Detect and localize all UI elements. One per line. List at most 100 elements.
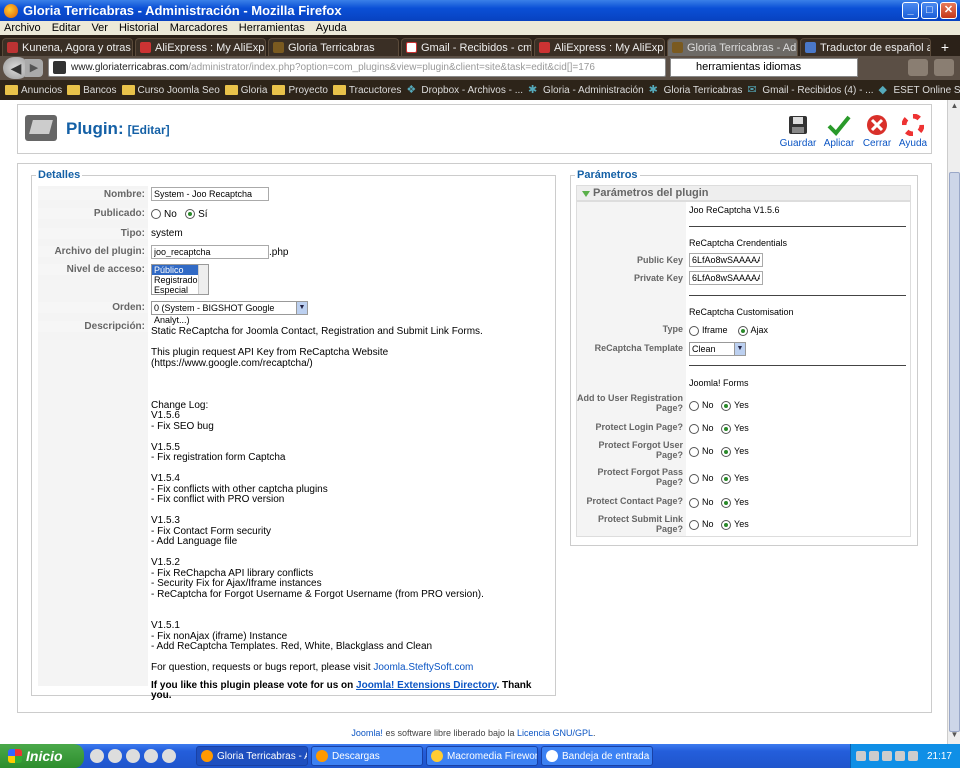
app-icon[interactable]: [144, 749, 158, 763]
ie-icon[interactable]: [108, 749, 122, 763]
menu-ver[interactable]: Ver: [91, 21, 108, 35]
chrome-icon[interactable]: [90, 749, 104, 763]
tab-aliexpress-2[interactable]: AliExpress : My AliExpress: [534, 38, 665, 56]
forgot-pass-no-radio[interactable]: [689, 473, 699, 484]
tab-gloria-terricabras[interactable]: Gloria Terricabras: [268, 38, 399, 56]
tab-traductor[interactable]: Traductor de español a in...: [800, 38, 931, 56]
user-reg-no-radio[interactable]: [689, 400, 699, 411]
close-button[interactable]: Cerrar: [857, 114, 897, 149]
published-yes-radio[interactable]: [185, 209, 196, 220]
bookmark-item[interactable]: Bancos: [67, 85, 117, 96]
tray-icon[interactable]: [855, 751, 866, 761]
login-yes-radio[interactable]: [721, 423, 732, 434]
bookmark-item[interactable]: ◆ESET Online Scanner |...: [879, 84, 960, 96]
bookmark-item[interactable]: Gloria: [224, 85, 267, 96]
page-footer: Joomla! es software libre liberado bajo …: [351, 728, 596, 738]
firefox-icon: [201, 750, 213, 762]
login-no-radio[interactable]: [689, 423, 699, 434]
name-input[interactable]: [151, 187, 269, 201]
tab-aliexpress-1[interactable]: AliExpress : My AliExpress: [135, 38, 266, 56]
tray-icon[interactable]: [907, 751, 918, 761]
close-window-button[interactable]: ✕: [940, 2, 957, 19]
joomla-link[interactable]: Joomla!: [351, 728, 383, 738]
tab-gloria-admin[interactable]: Gloria Terricabras - Admin...✕: [667, 38, 798, 56]
bookmark-item[interactable]: ✱ Gloria - Administración: [528, 84, 644, 96]
type-iframe-radio[interactable]: [689, 325, 699, 336]
app-icon[interactable]: [162, 749, 176, 763]
submit-link-no-radio[interactable]: [689, 519, 699, 530]
window-title: Gloria Terricabras - Administración - Mo…: [23, 3, 342, 18]
forward-button[interactable]: ▶: [25, 59, 43, 77]
order-label: Orden:: [38, 302, 148, 313]
tab-kunena[interactable]: Kunena, Agora y otras ex...: [2, 38, 133, 56]
user-reg-yes-radio[interactable]: [721, 400, 732, 411]
menu-marcadores[interactable]: Marcadores: [170, 21, 228, 35]
home-icon[interactable]: [934, 59, 954, 76]
params-section-header[interactable]: Parámetros del plugin: [576, 185, 911, 201]
scroll-down-icon[interactable]: ▼: [949, 730, 960, 742]
type-ajax-radio[interactable]: [737, 325, 748, 336]
bookmark-star-icon[interactable]: [908, 59, 928, 76]
taskbar-item-inbox[interactable]: Bandeja de entrada -...: [541, 746, 653, 766]
forgot-user-yes-radio[interactable]: [721, 446, 732, 457]
description-line: [151, 611, 546, 622]
file-input[interactable]: [151, 245, 269, 259]
menu-herramientas[interactable]: Herramientas: [239, 21, 305, 35]
type-label: Tipo:: [38, 228, 148, 239]
menu-historial[interactable]: Historial: [119, 21, 159, 35]
contact-no-radio[interactable]: [689, 497, 699, 508]
contact-yes-radio[interactable]: [721, 497, 732, 508]
type-value: system: [151, 228, 183, 239]
taskbar-item-firefox[interactable]: Gloria Terricabras - A...: [196, 746, 308, 766]
forgot-user-no-radio[interactable]: [689, 446, 699, 457]
apply-button[interactable]: Aplicar: [819, 114, 859, 149]
bookmark-item[interactable]: Proyecto: [272, 85, 328, 96]
menu-ayuda[interactable]: Ayuda: [316, 21, 347, 35]
license-link[interactable]: Licencia GNU/GPL: [517, 728, 593, 738]
private-key-input[interactable]: [689, 271, 763, 285]
access-listbox[interactable]: Público Registrado Especial: [151, 264, 209, 295]
submit-link-label: Protect Submit Link Page?: [577, 514, 686, 534]
bookmark-item[interactable]: Curso Joomla Seo: [121, 85, 220, 96]
description-line: [151, 432, 546, 443]
template-select[interactable]: Clean ▼: [689, 342, 746, 356]
tab-gmail[interactable]: Gmail - Recibidos - cms28...: [401, 38, 532, 56]
lifebuoy-icon: [901, 114, 925, 136]
bookmark-item[interactable]: Tracuctores: [332, 85, 401, 96]
published-no-radio[interactable]: [151, 209, 161, 220]
maximize-button[interactable]: □: [921, 2, 938, 19]
url-bar[interactable]: www.gloriaterricabras.com/administrator/…: [48, 58, 666, 77]
minimize-button[interactable]: _: [902, 2, 919, 19]
forgot-pass-yes-radio[interactable]: [721, 473, 732, 484]
tray-icon[interactable]: [868, 751, 879, 761]
navigation-bar: ◀ ▶ www.gloriaterricabras.com/administra…: [0, 56, 960, 80]
bookmark-item[interactable]: ❖ Dropbox - Archivos - ...: [406, 84, 523, 96]
vertical-scrollbar[interactable]: ▲ ▼: [947, 100, 960, 744]
description-line: V1.5.2: [151, 557, 180, 568]
menu-archivo[interactable]: Archivo: [4, 21, 41, 35]
scroll-up-icon[interactable]: ▲: [949, 101, 960, 113]
tray-icon[interactable]: [894, 751, 905, 761]
new-tab-button[interactable]: +: [935, 38, 955, 56]
scrollbar-thumb[interactable]: [949, 172, 960, 732]
listbox-scrollbar[interactable]: [198, 265, 208, 294]
jed-link[interactable]: Joomla! Extensions Directory: [356, 680, 496, 691]
start-button[interactable]: Inicio: [0, 744, 84, 768]
search-bar[interactable]: herramientas idiomas: [670, 58, 858, 77]
tray-icon[interactable]: [881, 751, 892, 761]
public-key-input[interactable]: [689, 253, 763, 267]
support-link[interactable]: Joomla.SteftySoft.com: [373, 662, 473, 673]
taskbar-item-fireworks[interactable]: Macromedia Firework...: [426, 746, 538, 766]
bookmark-item[interactable]: Anuncios: [5, 85, 62, 96]
save-button[interactable]: Guardar: [778, 114, 818, 149]
submit-link-yes-radio[interactable]: [721, 519, 732, 530]
firefox-icon[interactable]: [126, 749, 140, 763]
description-line: - Add ReCaptcha Templates. Red, White, B…: [151, 641, 433, 652]
translator-favicon-icon: [805, 42, 816, 53]
menu-editar[interactable]: Editar: [52, 21, 81, 35]
help-button[interactable]: Ayuda: [893, 114, 933, 149]
order-select[interactable]: 0 (System - BIGSHOT Google Analyt...) ▼: [151, 301, 308, 325]
bookmark-item[interactable]: ✱ Gloria Terricabras: [649, 84, 743, 96]
taskbar-item-downloads[interactable]: Descargas: [311, 746, 423, 766]
bookmark-item[interactable]: ✉ Gmail - Recibidos (4) - ...: [747, 84, 873, 96]
